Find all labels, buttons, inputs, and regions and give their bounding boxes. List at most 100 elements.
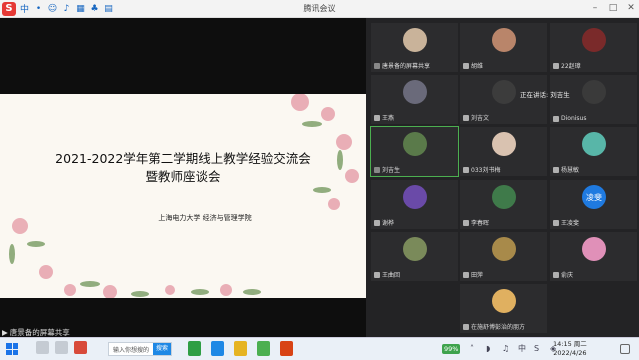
participant-tile[interactable]: Dionisus (550, 75, 637, 124)
search-icon[interactable] (36, 341, 49, 354)
participant-name-row: 22赵璋 (553, 61, 581, 70)
avatar (403, 80, 427, 104)
avatar: 凌斐 (582, 185, 606, 209)
notification-icon[interactable] (620, 344, 630, 354)
participant-name: 胡维 (471, 63, 484, 70)
window-title: 腾讯会议 (303, 4, 336, 13)
avatar (492, 28, 516, 52)
participant-tile[interactable]: 033刘书梅 (460, 127, 547, 176)
title-bar: S 中 • ☺ ♪ ▦ ♣ ▤ 腾讯会议 – □ ✕ (0, 0, 639, 18)
participant-tile[interactable]: 王燕 (371, 75, 458, 124)
avatar (492, 185, 516, 209)
avatar (403, 185, 427, 209)
participant-tile[interactable]: 刘吉文 (460, 75, 547, 124)
mic-muted-icon (553, 166, 559, 173)
mic-icon (374, 166, 380, 173)
participant-tile[interactable]: 谢桦 (371, 180, 458, 229)
avatar (582, 28, 606, 52)
participant-name-row: 胡维 (463, 61, 483, 70)
participant-name: 王曲回 (382, 272, 401, 279)
participant-tile[interactable]: 田萍 (460, 232, 547, 281)
system-tray: ˄ ◗ ♫ 中 S ◈ (470, 344, 559, 353)
floral-decoration (9, 94, 359, 298)
participant-name-row: 杨慧敏 (553, 165, 579, 174)
mic-muted-icon (463, 323, 469, 330)
participant-tile[interactable]: 刘吉生 (370, 126, 459, 177)
mic-muted-icon (553, 62, 559, 69)
sogou-tray-icon[interactable]: S (534, 344, 543, 353)
screen-share-icon: ▶ (2, 328, 8, 337)
screen-share-area: 2021-2022学年第二学期线上教学经验交流会 暨教师座谈会 上海电力大学 经… (0, 18, 366, 327)
network-icon[interactable]: ◗ (486, 344, 495, 353)
participant-name-row: 刘吉文 (463, 113, 489, 122)
participant-tile[interactable]: 俞庆 (550, 232, 637, 281)
mic-muted-icon (463, 271, 469, 278)
participant-tile[interactable]: 唐景备的屏幕共享 (371, 23, 458, 72)
participant-tile[interactable]: 杨慧敏 (550, 127, 637, 176)
mic-muted-icon (463, 219, 469, 226)
slide-organization: 上海电力大学 经济与管理学院 (158, 214, 252, 222)
close-icon[interactable]: ✕ (625, 2, 637, 14)
share-status-bar: ▶ 唐景备的屏幕共享 (0, 327, 366, 337)
start-button[interactable] (6, 343, 18, 355)
avatar (403, 28, 427, 52)
window-controls: – □ ✕ (589, 2, 637, 14)
mic-muted-icon (374, 219, 380, 226)
ime-indicator-icon[interactable]: 中 (518, 344, 527, 353)
participant-name-row: 俞庆 (553, 270, 573, 279)
participant-name-row: 刘吉生 (374, 165, 400, 174)
chrome-icon[interactable] (257, 341, 270, 356)
mic-muted-icon (553, 219, 559, 226)
participant-name: 李春晖 (471, 220, 490, 227)
avatar (582, 237, 606, 261)
tencent-meeting-icon[interactable] (211, 341, 224, 356)
mic-muted-icon (553, 271, 559, 278)
wechat-icon[interactable] (188, 341, 201, 356)
slide-subtitle: 暨教师座谈会 (145, 169, 221, 184)
app-icon[interactable] (74, 341, 87, 354)
participant-name: Dionisus (561, 115, 587, 122)
participant-name-row: 谢桦 (374, 218, 394, 227)
participant-tile[interactable]: 李春晖 (460, 180, 547, 229)
mic-icon (374, 62, 380, 69)
taskbar-search[interactable]: 输入你想搜的 搜索 (108, 342, 172, 356)
participant-tile[interactable]: 凌斐 王凌斐 (550, 180, 637, 229)
slide-title: 2021-2022学年第二学期线上教学经验交流会 (55, 151, 311, 166)
powerpoint-icon[interactable] (280, 341, 293, 356)
maximize-icon[interactable]: □ (607, 2, 619, 14)
participant-name: 在施舒博彭治的朋方 (471, 324, 526, 331)
participant-tile[interactable]: 胡维 (460, 23, 547, 72)
search-button[interactable]: 搜索 (152, 343, 171, 355)
participant-name-row: 田萍 (463, 270, 483, 279)
taskbar-pinned (18, 341, 87, 354)
chevron-up-icon[interactable]: ˄ (470, 344, 479, 353)
participant-name-row: 李春晖 (463, 218, 489, 227)
taskbar: 输入你想搜的 搜索 99% ˄ ◗ ♫ 中 S ◈ 14:15 周二 2022/… (0, 337, 639, 360)
participant-tile[interactable]: 王曲回 (371, 232, 458, 281)
presentation-slide: 2021-2022学年第二学期线上教学经验交流会 暨教师座谈会 上海电力大学 经… (0, 94, 366, 298)
mic-muted-icon (374, 271, 380, 278)
avatar (582, 132, 606, 156)
participant-tile[interactable]: 22赵璋 (550, 23, 637, 72)
participant-name-row: 王曲回 (374, 270, 400, 279)
folder-icon[interactable] (234, 341, 247, 356)
volume-icon[interactable]: ♫ (502, 344, 511, 353)
speaking-indicator: 正在讲话: 刘吉生 (520, 91, 570, 99)
minimize-icon[interactable]: – (589, 2, 601, 14)
mic-muted-icon (463, 114, 469, 121)
battery-indicator[interactable]: 99% (442, 344, 461, 354)
participant-name: 王燕 (382, 115, 395, 122)
participant-name: 杨慧敏 (561, 167, 580, 174)
screen: { "window": {"title": "腾讯会议"}, "ime": {"… (0, 0, 639, 360)
mic-muted-icon (463, 166, 469, 173)
participant-name: 俞庆 (561, 272, 574, 279)
participant-name: 22赵璋 (561, 63, 581, 70)
clock[interactable]: 14:15 周二 2022/4/26 (553, 340, 587, 358)
avatar (492, 237, 516, 261)
participant-tile[interactable]: 在施舒博彭治的朋方 (460, 284, 547, 333)
mic-muted-icon (553, 115, 559, 122)
task-view-icon[interactable] (55, 341, 68, 354)
avatar (403, 132, 427, 156)
participant-name-row: 033刘书梅 (463, 165, 500, 174)
avatar (492, 80, 516, 104)
